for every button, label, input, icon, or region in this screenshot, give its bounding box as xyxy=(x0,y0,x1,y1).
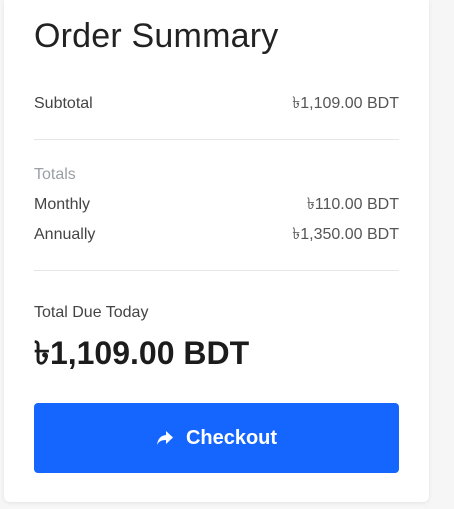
subtotal-value: ৳1,109.00 BDT xyxy=(292,95,399,112)
total-due-label: Total Due Today xyxy=(34,304,149,321)
subtotal-label: Subtotal xyxy=(34,95,93,112)
divider xyxy=(34,139,399,140)
annually-value: ৳1,350.00 BDT xyxy=(292,226,399,243)
divider xyxy=(34,270,399,271)
checkout-label: Checkout xyxy=(185,426,278,449)
total-due-amount: ৳1,109.00 BDT xyxy=(34,335,250,371)
order-summary-title: Order Summary xyxy=(34,17,279,55)
subtotal-row: Subtotal ৳1,109.00 BDT xyxy=(34,94,399,114)
annually-label: Annually xyxy=(34,226,96,243)
monthly-row: Monthly ৳110.00 BDT xyxy=(34,195,399,215)
monthly-value: ৳110.00 BDT xyxy=(306,196,399,213)
totals-label: Totals xyxy=(34,166,76,183)
order-summary-card: Order Summary Subtotal ৳1,109.00 BDT Tot… xyxy=(4,0,429,502)
annually-row: Annually ৳1,350.00 BDT xyxy=(34,225,399,245)
monthly-label: Monthly xyxy=(34,196,91,213)
checkout-button[interactable]: Checkout xyxy=(34,403,399,473)
share-forward-icon xyxy=(156,429,174,447)
